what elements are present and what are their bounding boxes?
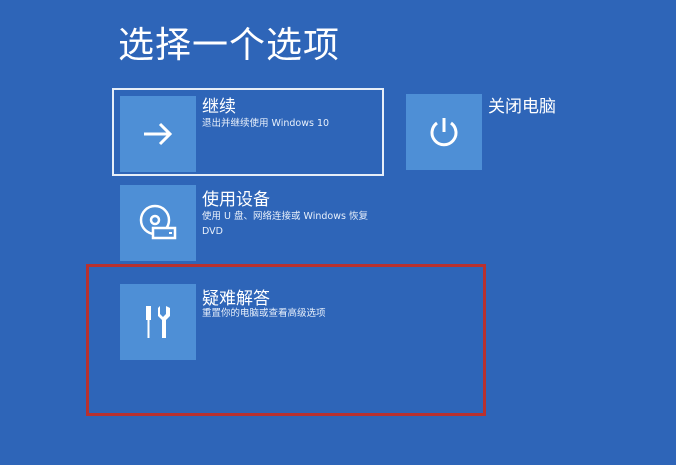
device-title: 使用设备 bbox=[202, 190, 270, 210]
troubleshoot-icon-tile bbox=[120, 284, 196, 360]
device-description: 使用 U 盘、网络连接或 Windows 恢复 DVD bbox=[202, 211, 368, 237]
device-icon-tile bbox=[120, 185, 196, 261]
tools-icon bbox=[146, 306, 170, 338]
troubleshoot-option[interactable]: 疑难解答 重置你的电脑或查看高级选项 bbox=[120, 284, 390, 364]
continue-option[interactable]: 继续 退出并继续使用 Windows 10 bbox=[112, 88, 384, 176]
troubleshoot-description: 重置你的电脑或查看高级选项 bbox=[202, 308, 326, 319]
shutdown-icon-tile bbox=[406, 94, 482, 170]
continue-icon-tile bbox=[120, 96, 196, 172]
page-title: 选择一个选项 bbox=[118, 25, 341, 66]
continue-title: 继续 bbox=[202, 97, 236, 117]
use-device-option[interactable]: 使用设备 使用 U 盘、网络连接或 Windows 恢复 DVD bbox=[120, 185, 390, 265]
disc-drive-icon bbox=[139, 204, 177, 240]
power-icon bbox=[430, 118, 458, 147]
continue-description: 退出并继续使用 Windows 10 bbox=[202, 118, 330, 129]
arrow-right-icon bbox=[144, 122, 173, 146]
shutdown-title: 关闭电脑 bbox=[488, 97, 556, 117]
shutdown-option[interactable]: 关闭电脑 bbox=[406, 94, 576, 172]
